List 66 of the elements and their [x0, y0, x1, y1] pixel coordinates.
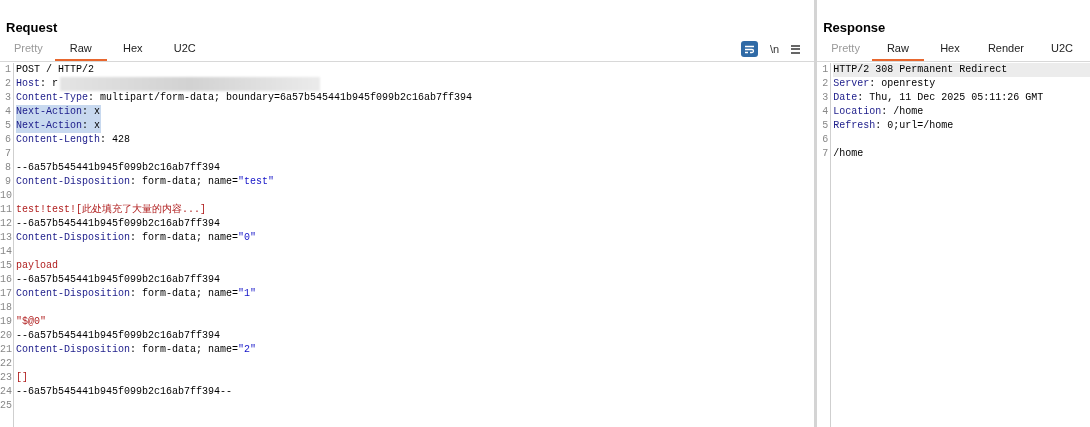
code-line: [] [16, 371, 29, 385]
line-number: 3 [0, 91, 14, 105]
line-number: 21 [0, 343, 14, 357]
line-number: 12 [0, 217, 14, 231]
code-line: Content-Disposition: form-data; name="2" [16, 343, 258, 357]
line-number: 17 [0, 287, 14, 301]
line-number: 10 [0, 189, 14, 203]
code-line: payload [16, 259, 59, 273]
pane-title: Request [5, 19, 59, 37]
line-number: 14 [0, 245, 14, 259]
line-number: 22 [0, 357, 14, 371]
line-number: 20 [0, 329, 14, 343]
code-line: Location: /home [833, 105, 925, 119]
line-number: 16 [0, 273, 14, 287]
line-number: 6 [817, 133, 832, 147]
code-line: Server: openresty [833, 77, 937, 91]
code-line: --6a57b545441b945f099b2c16ab7ff394 [16, 273, 222, 287]
line-number: 7 [817, 147, 832, 161]
line-number: 24 [0, 385, 14, 399]
line-number: 4 [817, 105, 832, 119]
word-wrap-icon[interactable] [741, 41, 758, 57]
line-number: 6 [0, 133, 14, 147]
line-number: 13 [0, 231, 14, 245]
tab[interactable]: U2C [158, 37, 211, 61]
line-number: 2 [0, 77, 14, 91]
line-number: 1 [817, 63, 832, 77]
tab[interactable]: U2C [1036, 37, 1088, 61]
line-number: 9 [0, 175, 14, 189]
line-number: 8 [0, 161, 14, 175]
line-number: 19 [0, 315, 14, 329]
line-number: 5 [0, 119, 14, 133]
line-number: 5 [817, 119, 832, 133]
line-number: 1 [0, 63, 14, 77]
tab[interactable]: Render [975, 37, 1036, 61]
code-line: Content-Length: 428 [16, 133, 132, 147]
code-line: "$@0" [16, 315, 47, 329]
tab[interactable]: Hex [923, 37, 976, 61]
code-line: --6a57b545441b945f099b2c16ab7ff394 [16, 217, 222, 231]
line-number: 3 [817, 91, 832, 105]
code-line: Refresh: 0;url=/home [833, 119, 955, 133]
code-line: Host: r [16, 77, 322, 91]
pane-title: Response [822, 19, 887, 37]
code-line: --6a57b545441b945f099b2c16ab7ff394 [16, 161, 222, 175]
code-line: Content-Type: multipart/form-data; boundary=6a57b545441b945f099b2c16ab7ff394 [16, 91, 474, 105]
tab[interactable]: Hex [106, 37, 159, 61]
line-number: 15 [0, 259, 14, 273]
tab[interactable]: Raw [54, 37, 107, 61]
line-number: 23 [0, 371, 14, 385]
tab[interactable]: Raw [871, 37, 924, 61]
code-line: Content-Disposition: form-data; name="1" [16, 287, 258, 301]
line-number: 11 [0, 203, 14, 217]
code-line: test!test![此处填充了大量的内容...] [16, 203, 207, 217]
line-number: 4 [0, 105, 14, 119]
code-line: --6a57b545441b945f099b2c16ab7ff394 [16, 329, 222, 343]
line-number: 7 [0, 147, 14, 161]
code-line: /home [833, 147, 865, 161]
line-number: 18 [0, 301, 14, 315]
menu-icon[interactable] [791, 44, 801, 54]
code-line: Content-Disposition: form-data; name="test" [16, 175, 276, 189]
code-line: --6a57b545441b945f099b2c16ab7ff394-- [16, 385, 234, 399]
line-number: 25 [0, 399, 14, 413]
line-number: 2 [817, 77, 832, 91]
code-line: Date: Thu, 11 Dec 2025 05:11:26 GMT [833, 91, 1045, 105]
code-line: POST / HTTP/2 [16, 63, 95, 77]
code-line: Content-Disposition: form-data; name="0" [16, 231, 258, 245]
newline-toggle[interactable]: \n [768, 40, 782, 58]
